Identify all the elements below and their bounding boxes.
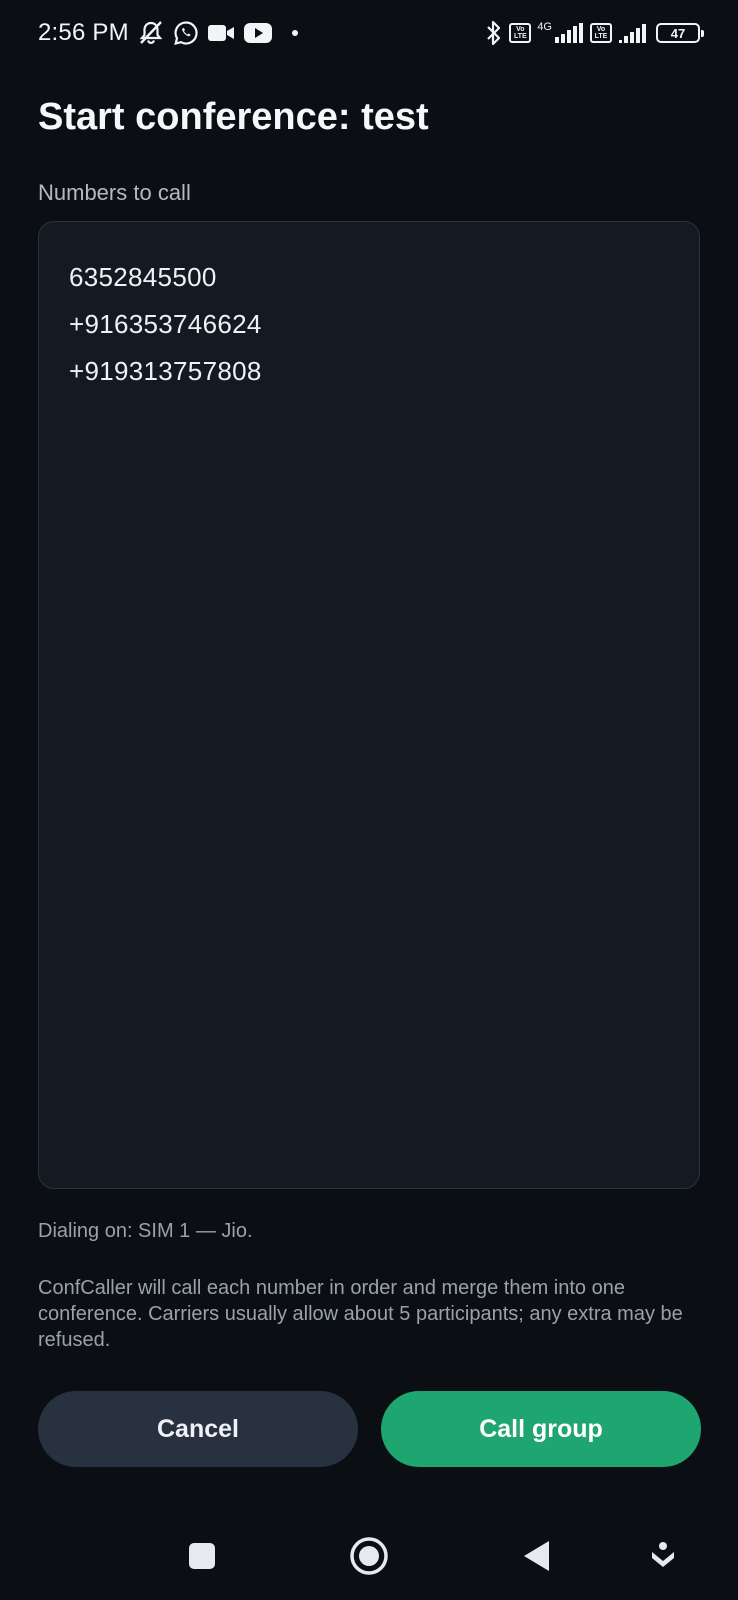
youtube-icon xyxy=(243,20,273,46)
video-camera-icon xyxy=(207,20,235,46)
dialing-info: Dialing on: SIM 1 — Jio. xyxy=(38,1220,253,1242)
volte-label-top: Vo xyxy=(516,26,525,33)
home-circle-icon[interactable] xyxy=(349,1536,389,1576)
status-right: Vo LTE 4G Vo LTE 47 xyxy=(485,18,704,48)
signal-strength-icon-sim2 xyxy=(618,20,650,46)
network-type-label: 4G xyxy=(537,21,552,33)
back-triangle-icon[interactable] xyxy=(516,1536,556,1576)
numbers-list: 6352845500 +916353746624 +919313757808 xyxy=(69,254,669,395)
battery-indicator: 47 xyxy=(656,23,704,43)
bell-off-icon xyxy=(137,20,165,46)
volte-badge-sim1: Vo LTE xyxy=(509,23,532,43)
status-bar: 2:56 PM Vo LTE 4G Vo LTE 47 xyxy=(0,0,738,70)
help-text: ConfCaller will call each number in orde… xyxy=(38,1277,683,1351)
battery-level: 47 xyxy=(670,25,686,41)
volte-label-bottom: LTE xyxy=(594,33,608,40)
number-line: 6352845500 xyxy=(69,262,217,292)
dot-icon xyxy=(291,20,299,46)
status-left: 2:56 PM xyxy=(38,18,299,48)
volte-label-bottom: LTE xyxy=(513,33,527,40)
signal-strength-icon-sim1 xyxy=(554,20,584,46)
recents-square-icon[interactable] xyxy=(182,1536,222,1576)
status-time: 2:56 PM xyxy=(38,19,129,46)
nav-down-icon[interactable] xyxy=(643,1536,683,1576)
whatsapp-icon xyxy=(173,20,199,46)
numbers-field-label: Numbers to call xyxy=(38,180,191,205)
numbers-input[interactable]: 6352845500 +916353746624 +919313757808 xyxy=(38,221,700,1189)
bluetooth-icon xyxy=(485,20,503,46)
number-line: +919313757808 xyxy=(69,356,262,386)
number-line: +916353746624 xyxy=(69,309,262,339)
cancel-button[interactable]: Cancel xyxy=(38,1391,358,1467)
navigation-bar xyxy=(0,1520,738,1590)
call-group-button[interactable]: Call group xyxy=(381,1391,701,1467)
volte-label-top: Vo xyxy=(596,26,606,33)
volte-badge-sim2: Vo LTE xyxy=(590,23,612,43)
page-title: Start conference: test xyxy=(38,96,429,138)
